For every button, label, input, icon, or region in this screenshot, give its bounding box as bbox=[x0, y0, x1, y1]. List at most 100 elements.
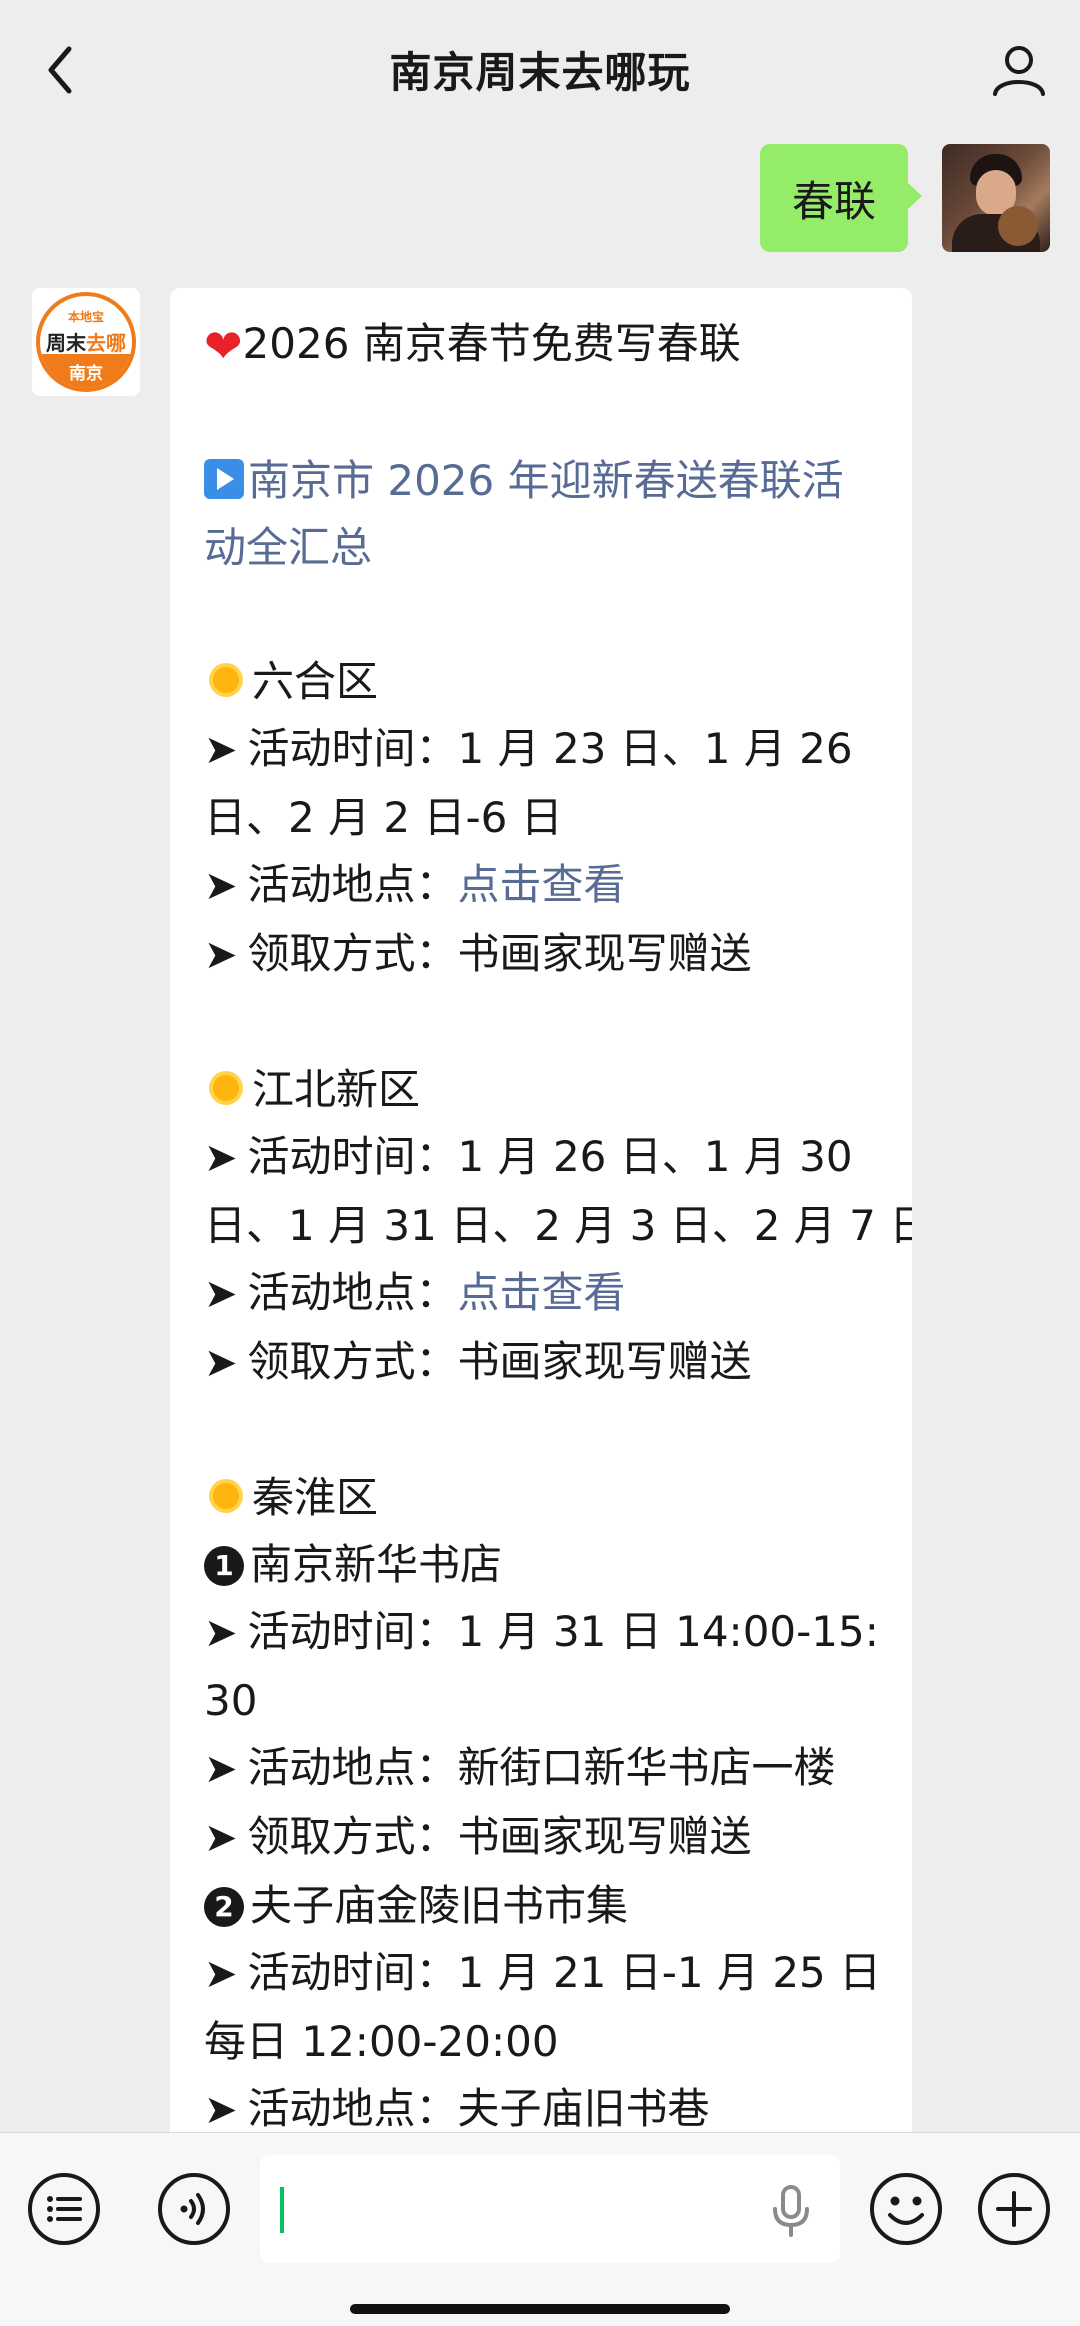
district-heading: 秦淮区 bbox=[204, 1464, 882, 1531]
sent-message-bubble[interactable]: 春联 bbox=[759, 144, 923, 252]
sent-message-text: 春联 bbox=[791, 176, 876, 226]
detail-value: 日、1 月 31 日、2 月 3 日、2 月 7 日 bbox=[204, 1201, 912, 1250]
detail-line: ➤ 活动地点：点击查看 bbox=[204, 1259, 882, 1328]
arrow-icon: ➤ bbox=[204, 1135, 238, 1181]
message-input[interactable] bbox=[260, 2155, 840, 2263]
detail-value: 1 月 21 日-1 月 25 日 bbox=[457, 1948, 882, 1997]
message-title: 2026 南京春节免费写春联 bbox=[242, 319, 741, 368]
arrow-icon: ➤ bbox=[204, 1271, 238, 1317]
district-name: 六合区 bbox=[252, 657, 379, 706]
chat-title: 南京周末去哪玩 bbox=[389, 47, 691, 97]
voice-icon bbox=[158, 2173, 230, 2245]
voice-button[interactable] bbox=[156, 2171, 232, 2247]
detail-line: 日、2 月 2 日-6 日 bbox=[204, 784, 882, 851]
red-heart-icon: ❤ bbox=[204, 319, 243, 373]
official-account-avatar[interactable]: 本地宝 周末去哪 南京 bbox=[32, 288, 140, 396]
text-cursor bbox=[280, 2187, 284, 2233]
summary-link-cont[interactable]: 动全汇总 bbox=[204, 514, 882, 581]
district-sections: 六合区 ➤ 活动时间：1 月 23 日、1 月 26 日、2 月 2 日-6 日 ➤ 活动… bbox=[204, 648, 912, 1464]
home-indicator bbox=[350, 2304, 730, 2314]
microphone-icon bbox=[773, 2185, 809, 2237]
received-message-bubble[interactable]: ❤2026 南京春节免费写春联 南京市 2026 年迎新春送春联活 动全汇总 六… bbox=[170, 288, 912, 2158]
more-button[interactable] bbox=[976, 2171, 1052, 2247]
detail-label: 活动时间： bbox=[247, 1948, 458, 1997]
number-badge: 1 bbox=[204, 1546, 244, 1586]
detail-line: ➤ 活动地点：新街口新华书店一楼 bbox=[204, 1734, 882, 1803]
play-button-icon bbox=[204, 459, 244, 499]
person-icon bbox=[993, 46, 1045, 96]
detail-line: ➤ 领取方式：书画家现写赠送 bbox=[204, 1803, 882, 1872]
detail-line: ➤ 活动地点：点击查看 bbox=[204, 851, 882, 920]
detail-value: 书画家现写赠送 bbox=[457, 1337, 752, 1386]
user-avatar[interactable] bbox=[942, 144, 1050, 252]
detail-value: 1 月 26 日、1 月 30 bbox=[457, 1132, 853, 1181]
summary-link[interactable]: 南京市 2026 年迎新春送春联活 bbox=[204, 447, 882, 514]
detail-line: 每日 12:00-20:00 bbox=[204, 2008, 882, 2075]
chat-info-button[interactable] bbox=[984, 35, 1054, 105]
sun-icon bbox=[204, 1474, 248, 1518]
district-name: 江北新区 bbox=[252, 1065, 421, 1114]
message-title-line: ❤2026 南京春节免费写春联 bbox=[204, 310, 882, 380]
detail-value: 新街口新华书店一楼 bbox=[457, 1743, 836, 1792]
back-button[interactable] bbox=[30, 35, 90, 105]
arrow-icon: ➤ bbox=[204, 932, 238, 978]
qinhuai-section: 秦淮区 1 南京新华书店 ➤ 活动时间：1 月 31 日 14:00-15: 30 ➤ 活动地… bbox=[204, 1464, 882, 2158]
brand-logo-city: 南京 bbox=[40, 354, 132, 388]
detail-value: 1 月 23 日、1 月 26 bbox=[457, 724, 853, 773]
sun-icon bbox=[204, 658, 248, 702]
arrow-icon: ➤ bbox=[204, 2087, 238, 2133]
detail-value: 夫子庙旧书巷 bbox=[457, 2084, 710, 2133]
detail-line: ➤ 活动时间：1 月 31 日 14:00-15: bbox=[204, 1598, 882, 1667]
number-badge: 2 bbox=[204, 1887, 244, 1927]
arrow-icon: ➤ bbox=[204, 1746, 238, 1792]
arrow-icon: ➤ bbox=[204, 1340, 238, 1386]
menu-button[interactable] bbox=[26, 2171, 102, 2247]
brand-logo: 本地宝 周末去哪 南京 bbox=[36, 292, 136, 392]
detail-label: 活动时间： bbox=[247, 1132, 458, 1181]
detail-value: 30 bbox=[204, 1676, 258, 1725]
detail-value: 书画家现写赠送 bbox=[457, 1812, 752, 1861]
brand-logo-top-text: 本地宝 bbox=[67, 310, 104, 324]
arrow-icon: ➤ bbox=[204, 863, 238, 909]
arrow-icon: ➤ bbox=[204, 1610, 238, 1656]
emoji-button[interactable] bbox=[868, 2171, 944, 2247]
microphone-button[interactable] bbox=[768, 2183, 814, 2239]
detail-label: 活动地点： bbox=[247, 2084, 458, 2133]
venue-heading: 2 夫子庙金陵旧书市集 bbox=[204, 1872, 882, 1939]
detail-label: 活动时间： bbox=[247, 1607, 458, 1656]
district-heading: 江北新区 bbox=[204, 1056, 882, 1123]
detail-line: 30 bbox=[204, 1667, 882, 1734]
emoji-icon bbox=[870, 2173, 942, 2245]
detail-line: ➤ 领取方式：书画家现写赠送 bbox=[204, 1328, 882, 1397]
view-location-link[interactable]: 点击查看 bbox=[458, 1268, 626, 1317]
venue-heading: 1 南京新华书店 bbox=[204, 1531, 882, 1598]
detail-label: 领取方式： bbox=[247, 929, 458, 978]
chat-header: 南京周末去哪玩 bbox=[0, 0, 1080, 138]
sent-message-row: 春联 bbox=[759, 144, 1050, 252]
detail-line: 日、1 月 31 日、2 月 3 日、2 月 7 日 bbox=[204, 1192, 912, 1259]
plus-icon bbox=[978, 2173, 1050, 2245]
list-icon bbox=[28, 2173, 100, 2245]
district-heading: 六合区 bbox=[204, 648, 882, 715]
sun-icon bbox=[204, 1066, 248, 1110]
detail-value: 书画家现写赠送 bbox=[457, 929, 752, 978]
chat-input-bar bbox=[0, 2132, 1080, 2326]
chevron-left-icon bbox=[48, 46, 72, 94]
view-location-link[interactable]: 点击查看 bbox=[458, 860, 626, 909]
detail-value: 每日 12:00-20:00 bbox=[204, 2017, 559, 2066]
venue-name: 夫子庙金陵旧书市集 bbox=[250, 1881, 629, 1930]
detail-line: ➤ 活动时间：1 月 23 日、1 月 26 bbox=[204, 715, 882, 784]
chat-screen: 南京周末去哪玩 春联 本地宝 周末去哪 南京 ❤2026 南京春节免费写春联 南… bbox=[0, 0, 1080, 2326]
detail-label: 活动时间： bbox=[247, 724, 458, 773]
arrow-icon: ➤ bbox=[204, 1815, 238, 1861]
detail-line: ➤ 领取方式：书画家现写赠送 bbox=[204, 920, 882, 989]
brand-logo-mid-text: 周末去哪 bbox=[46, 331, 126, 355]
arrow-icon: ➤ bbox=[204, 727, 238, 773]
detail-label: 活动地点： bbox=[247, 1743, 458, 1792]
detail-label: 领取方式： bbox=[247, 1337, 458, 1386]
arrow-icon: ➤ bbox=[204, 1951, 238, 1997]
detail-line: ➤ 活动时间：1 月 21 日-1 月 25 日 bbox=[204, 1939, 882, 2008]
detail-label: 活动地点： bbox=[247, 1268, 458, 1317]
